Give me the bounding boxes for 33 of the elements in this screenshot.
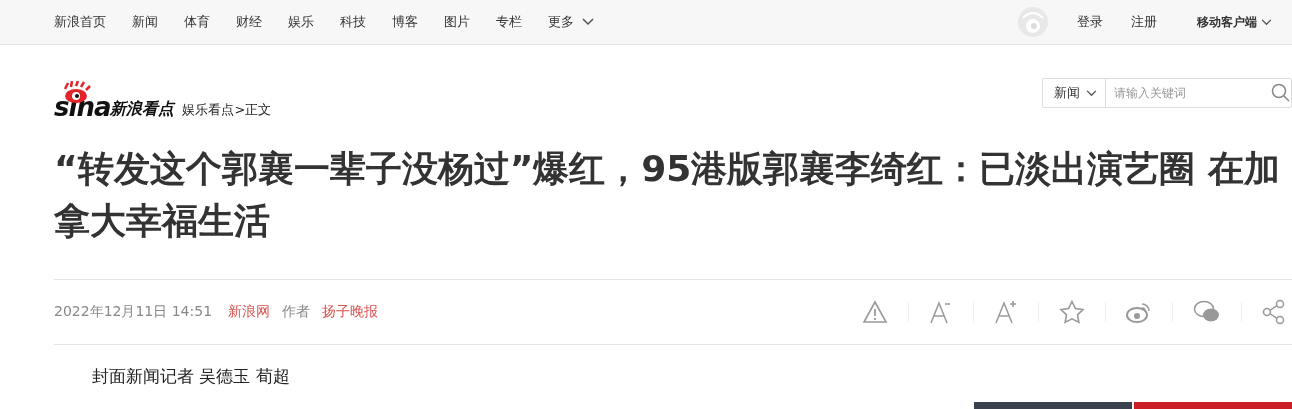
font-smaller-icon[interactable] <box>929 300 953 324</box>
logo[interactable]: sina新浪看点 <box>54 81 175 119</box>
article-title: “转发这个郭襄一辈子没杨过”爆红，95港版郭襄李绮红：已淡出演艺圈 在加拿大幸福生活 <box>54 147 1281 243</box>
share-icon[interactable] <box>1262 299 1286 325</box>
nav-link[interactable]: 新浪首页 <box>54 13 106 31</box>
nav-link[interactable]: 娱乐 <box>288 13 314 31</box>
byline: 封面新闻记者 吴德玉 荀超 <box>91 365 291 388</box>
caret-icon <box>1261 18 1272 26</box>
font-larger-icon[interactable] <box>994 300 1018 324</box>
nav-link[interactable]: 专栏 <box>496 13 522 31</box>
caret-icon <box>582 18 594 26</box>
caret-icon <box>1086 89 1097 97</box>
nav-link[interactable]: 科技 <box>340 13 366 31</box>
nav-link[interactable]: 博客 <box>392 13 418 31</box>
mobile-client-menu[interactable]: 移动客户端 <box>1197 13 1272 31</box>
author-label: 作者 <box>282 303 311 321</box>
star-icon[interactable] <box>1059 300 1085 324</box>
nav-link[interactable]: 新闻 <box>132 13 158 31</box>
search-scope-dropdown[interactable]: 新闻 <box>1043 79 1106 107</box>
source-link[interactable]: 新浪网 <box>228 303 271 321</box>
login-link[interactable]: 登录 <box>1077 13 1103 31</box>
breadcrumb: 娱乐看点>正文 <box>182 101 272 119</box>
publish-date: 2022年12月11日 14:51 <box>54 303 213 321</box>
register-link[interactable]: 注册 <box>1131 13 1157 31</box>
search-bar[interactable]: 新闻 请输入关键词 <box>1042 78 1292 108</box>
author-link[interactable]: 扬子晚报 <box>322 303 379 321</box>
more-menu[interactable]: 更多 <box>548 13 594 31</box>
nav-link[interactable]: 图片 <box>444 13 470 31</box>
nav-link[interactable]: 财经 <box>236 13 262 31</box>
nav-link[interactable]: 体育 <box>184 13 210 31</box>
warning-icon[interactable] <box>862 300 888 324</box>
search-field[interactable]: 请输入关键词 <box>1106 86 1252 100</box>
search-icon[interactable] <box>1271 83 1291 103</box>
